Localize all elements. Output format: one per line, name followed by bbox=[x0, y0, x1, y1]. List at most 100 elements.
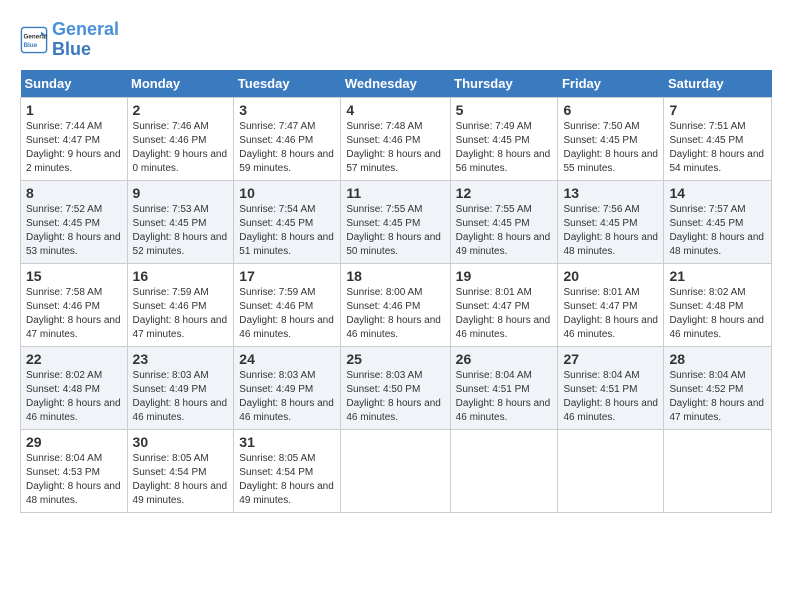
week-row-4: 22 Sunrise: 8:02 AM Sunset: 4:48 PM Dayl… bbox=[21, 346, 772, 429]
day-info: Sunrise: 7:44 AM Sunset: 4:47 PM Dayligh… bbox=[26, 120, 122, 176]
day-number: 2 bbox=[133, 102, 229, 118]
calendar-cell: 4 Sunrise: 7:48 AM Sunset: 4:46 PM Dayli… bbox=[341, 97, 450, 180]
day-number: 4 bbox=[346, 102, 444, 118]
calendar-cell: 30 Sunrise: 8:05 AM Sunset: 4:54 PM Dayl… bbox=[127, 429, 234, 512]
calendar-cell: 27 Sunrise: 8:04 AM Sunset: 4:51 PM Dayl… bbox=[558, 346, 664, 429]
day-header-tuesday: Tuesday bbox=[234, 70, 341, 98]
logo: General Blue GeneralBlue bbox=[20, 20, 119, 60]
calendar-cell bbox=[450, 429, 558, 512]
day-number: 24 bbox=[239, 351, 335, 367]
calendar-cell bbox=[664, 429, 772, 512]
day-info: Sunrise: 7:59 AM Sunset: 4:46 PM Dayligh… bbox=[239, 286, 335, 342]
day-number: 20 bbox=[563, 268, 658, 284]
day-number: 7 bbox=[669, 102, 766, 118]
calendar-cell: 2 Sunrise: 7:46 AM Sunset: 4:46 PM Dayli… bbox=[127, 97, 234, 180]
calendar-cell: 31 Sunrise: 8:05 AM Sunset: 4:54 PM Dayl… bbox=[234, 429, 341, 512]
day-info: Sunrise: 8:04 AM Sunset: 4:52 PM Dayligh… bbox=[669, 369, 766, 425]
week-row-3: 15 Sunrise: 7:58 AM Sunset: 4:46 PM Dayl… bbox=[21, 263, 772, 346]
day-info: Sunrise: 7:53 AM Sunset: 4:45 PM Dayligh… bbox=[133, 203, 229, 259]
day-info: Sunrise: 7:48 AM Sunset: 4:46 PM Dayligh… bbox=[346, 120, 444, 176]
calendar-cell: 3 Sunrise: 7:47 AM Sunset: 4:46 PM Dayli… bbox=[234, 97, 341, 180]
calendar-cell: 7 Sunrise: 7:51 AM Sunset: 4:45 PM Dayli… bbox=[664, 97, 772, 180]
calendar-cell: 9 Sunrise: 7:53 AM Sunset: 4:45 PM Dayli… bbox=[127, 180, 234, 263]
day-header-friday: Friday bbox=[558, 70, 664, 98]
day-info: Sunrise: 8:04 AM Sunset: 4:53 PM Dayligh… bbox=[26, 452, 122, 508]
calendar-cell: 10 Sunrise: 7:54 AM Sunset: 4:45 PM Dayl… bbox=[234, 180, 341, 263]
day-info: Sunrise: 7:51 AM Sunset: 4:45 PM Dayligh… bbox=[669, 120, 766, 176]
day-info: Sunrise: 7:54 AM Sunset: 4:45 PM Dayligh… bbox=[239, 203, 335, 259]
day-info: Sunrise: 8:02 AM Sunset: 4:48 PM Dayligh… bbox=[669, 286, 766, 342]
calendar-cell: 6 Sunrise: 7:50 AM Sunset: 4:45 PM Dayli… bbox=[558, 97, 664, 180]
calendar-cell: 22 Sunrise: 8:02 AM Sunset: 4:48 PM Dayl… bbox=[21, 346, 128, 429]
day-number: 30 bbox=[133, 434, 229, 450]
day-number: 25 bbox=[346, 351, 444, 367]
calendar-cell: 5 Sunrise: 7:49 AM Sunset: 4:45 PM Dayli… bbox=[450, 97, 558, 180]
calendar-cell bbox=[341, 429, 450, 512]
day-info: Sunrise: 7:55 AM Sunset: 4:45 PM Dayligh… bbox=[456, 203, 553, 259]
day-number: 26 bbox=[456, 351, 553, 367]
calendar-cell: 12 Sunrise: 7:55 AM Sunset: 4:45 PM Dayl… bbox=[450, 180, 558, 263]
week-row-5: 29 Sunrise: 8:04 AM Sunset: 4:53 PM Dayl… bbox=[21, 429, 772, 512]
day-number: 19 bbox=[456, 268, 553, 284]
day-number: 13 bbox=[563, 185, 658, 201]
day-info: Sunrise: 8:03 AM Sunset: 4:50 PM Dayligh… bbox=[346, 369, 444, 425]
day-number: 11 bbox=[346, 185, 444, 201]
svg-text:Blue: Blue bbox=[24, 42, 38, 49]
calendar-cell: 8 Sunrise: 7:52 AM Sunset: 4:45 PM Dayli… bbox=[21, 180, 128, 263]
day-number: 27 bbox=[563, 351, 658, 367]
day-header-monday: Monday bbox=[127, 70, 234, 98]
calendar-cell: 16 Sunrise: 7:59 AM Sunset: 4:46 PM Dayl… bbox=[127, 263, 234, 346]
day-info: Sunrise: 7:50 AM Sunset: 4:45 PM Dayligh… bbox=[563, 120, 658, 176]
calendar-cell: 23 Sunrise: 8:03 AM Sunset: 4:49 PM Dayl… bbox=[127, 346, 234, 429]
calendar-cell: 24 Sunrise: 8:03 AM Sunset: 4:49 PM Dayl… bbox=[234, 346, 341, 429]
day-number: 23 bbox=[133, 351, 229, 367]
day-number: 5 bbox=[456, 102, 553, 118]
calendar-cell: 11 Sunrise: 7:55 AM Sunset: 4:45 PM Dayl… bbox=[341, 180, 450, 263]
day-number: 17 bbox=[239, 268, 335, 284]
calendar-cell: 13 Sunrise: 7:56 AM Sunset: 4:45 PM Dayl… bbox=[558, 180, 664, 263]
day-number: 8 bbox=[26, 185, 122, 201]
calendar-cell: 17 Sunrise: 7:59 AM Sunset: 4:46 PM Dayl… bbox=[234, 263, 341, 346]
calendar-cell: 28 Sunrise: 8:04 AM Sunset: 4:52 PM Dayl… bbox=[664, 346, 772, 429]
day-info: Sunrise: 7:56 AM Sunset: 4:45 PM Dayligh… bbox=[563, 203, 658, 259]
calendar-cell: 19 Sunrise: 8:01 AM Sunset: 4:47 PM Dayl… bbox=[450, 263, 558, 346]
calendar-cell: 29 Sunrise: 8:04 AM Sunset: 4:53 PM Dayl… bbox=[21, 429, 128, 512]
day-header-saturday: Saturday bbox=[664, 70, 772, 98]
calendar-cell: 20 Sunrise: 8:01 AM Sunset: 4:47 PM Dayl… bbox=[558, 263, 664, 346]
day-number: 15 bbox=[26, 268, 122, 284]
day-number: 16 bbox=[133, 268, 229, 284]
day-header-wednesday: Wednesday bbox=[341, 70, 450, 98]
day-info: Sunrise: 8:01 AM Sunset: 4:47 PM Dayligh… bbox=[456, 286, 553, 342]
day-number: 6 bbox=[563, 102, 658, 118]
day-info: Sunrise: 7:46 AM Sunset: 4:46 PM Dayligh… bbox=[133, 120, 229, 176]
day-info: Sunrise: 8:05 AM Sunset: 4:54 PM Dayligh… bbox=[239, 452, 335, 508]
calendar-cell bbox=[558, 429, 664, 512]
day-number: 22 bbox=[26, 351, 122, 367]
day-info: Sunrise: 7:49 AM Sunset: 4:45 PM Dayligh… bbox=[456, 120, 553, 176]
day-number: 14 bbox=[669, 185, 766, 201]
day-info: Sunrise: 8:03 AM Sunset: 4:49 PM Dayligh… bbox=[133, 369, 229, 425]
day-number: 1 bbox=[26, 102, 122, 118]
day-info: Sunrise: 8:05 AM Sunset: 4:54 PM Dayligh… bbox=[133, 452, 229, 508]
week-row-1: 1 Sunrise: 7:44 AM Sunset: 4:47 PM Dayli… bbox=[21, 97, 772, 180]
week-row-2: 8 Sunrise: 7:52 AM Sunset: 4:45 PM Dayli… bbox=[21, 180, 772, 263]
calendar-cell: 18 Sunrise: 8:00 AM Sunset: 4:46 PM Dayl… bbox=[341, 263, 450, 346]
day-number: 18 bbox=[346, 268, 444, 284]
day-info: Sunrise: 8:04 AM Sunset: 4:51 PM Dayligh… bbox=[456, 369, 553, 425]
calendar-cell: 15 Sunrise: 7:58 AM Sunset: 4:46 PM Dayl… bbox=[21, 263, 128, 346]
day-number: 31 bbox=[239, 434, 335, 450]
calendar-table: SundayMondayTuesdayWednesdayThursdayFrid… bbox=[20, 70, 772, 513]
calendar-cell: 26 Sunrise: 8:04 AM Sunset: 4:51 PM Dayl… bbox=[450, 346, 558, 429]
day-number: 12 bbox=[456, 185, 553, 201]
day-header-thursday: Thursday bbox=[450, 70, 558, 98]
calendar-cell: 25 Sunrise: 8:03 AM Sunset: 4:50 PM Dayl… bbox=[341, 346, 450, 429]
calendar-cell: 1 Sunrise: 7:44 AM Sunset: 4:47 PM Dayli… bbox=[21, 97, 128, 180]
day-number: 28 bbox=[669, 351, 766, 367]
day-info: Sunrise: 8:00 AM Sunset: 4:46 PM Dayligh… bbox=[346, 286, 444, 342]
day-number: 29 bbox=[26, 434, 122, 450]
day-info: Sunrise: 8:03 AM Sunset: 4:49 PM Dayligh… bbox=[239, 369, 335, 425]
day-info: Sunrise: 7:52 AM Sunset: 4:45 PM Dayligh… bbox=[26, 203, 122, 259]
day-info: Sunrise: 8:01 AM Sunset: 4:47 PM Dayligh… bbox=[563, 286, 658, 342]
day-info: Sunrise: 7:57 AM Sunset: 4:45 PM Dayligh… bbox=[669, 203, 766, 259]
logo-name: GeneralBlue bbox=[52, 20, 119, 60]
